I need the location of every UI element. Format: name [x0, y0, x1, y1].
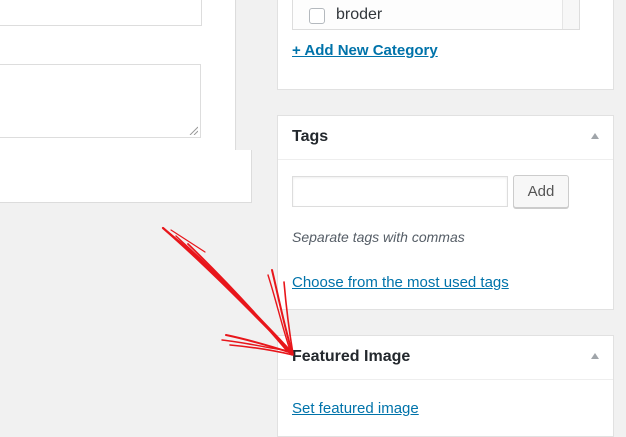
featured-image-header[interactable]: Featured Image	[278, 336, 613, 380]
categories-box: broder + Add New Category	[277, 0, 614, 90]
category-checklist: broder	[292, 0, 580, 30]
title-input[interactable]	[0, 0, 202, 26]
tag-input[interactable]	[292, 176, 508, 207]
tags-hint: Separate tags with commas	[292, 229, 465, 245]
collapse-toggle-icon[interactable]	[591, 353, 599, 359]
editor-panel-lower	[0, 150, 252, 203]
tags-header[interactable]: Tags	[278, 116, 613, 160]
tags-box: Tags Add Separate tags with commas Choos…	[277, 115, 614, 310]
add-tag-button[interactable]: Add	[513, 175, 569, 208]
category-label: broder	[336, 6, 383, 23]
featured-image-title: Featured Image	[292, 348, 411, 365]
add-new-category-link[interactable]: + Add New Category	[292, 42, 438, 59]
checklist-scrollbar[interactable]	[562, 0, 579, 29]
set-featured-image-link[interactable]: Set featured image	[292, 400, 419, 417]
resize-handle-icon[interactable]	[188, 125, 198, 135]
collapse-toggle-icon[interactable]	[591, 133, 599, 139]
featured-image-box: Featured Image Set featured image	[277, 335, 614, 437]
excerpt-textarea[interactable]	[0, 64, 201, 138]
category-checkbox[interactable]	[309, 8, 325, 24]
tags-title: Tags	[292, 128, 329, 145]
most-used-tags-link[interactable]: Choose from the most used tags	[292, 274, 509, 291]
